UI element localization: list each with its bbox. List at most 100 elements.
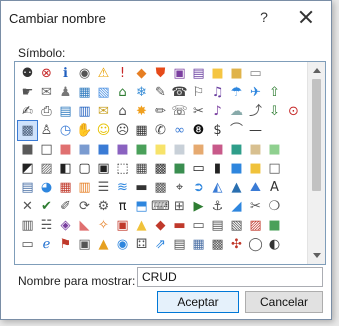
swatch-green[interactable]: ■ xyxy=(132,140,151,159)
swatch-red[interactable]: ■ xyxy=(56,140,75,159)
pencil-icon[interactable]: ✏ xyxy=(151,102,170,121)
share-icon[interactable]: ⤴ xyxy=(246,102,265,121)
table-icon[interactable]: ▥ xyxy=(75,102,94,121)
edit-icon[interactable]: ✎ xyxy=(151,83,170,102)
download-icon[interactable]: ⇩ xyxy=(265,102,284,121)
clock-icon[interactable]: ◷ xyxy=(56,121,75,140)
bar-icon[interactable]: ▮ xyxy=(208,159,227,178)
scroll-up-icon[interactable] xyxy=(308,63,325,77)
mesh-icon[interactable]: ▩ xyxy=(208,235,227,254)
swatch-blue2[interactable]: ■ xyxy=(94,140,113,159)
stamp-icon[interactable]: ◆ xyxy=(151,216,170,235)
user-icon[interactable]: ♟ xyxy=(56,83,75,102)
brush-icon[interactable]: ⌨ xyxy=(151,197,170,216)
bucket-icon[interactable]: ⬒ xyxy=(132,197,151,216)
folder-icon[interactable]: ■ xyxy=(208,64,227,83)
sun-icon[interactable]: ✸ xyxy=(132,102,151,121)
half-square-icon[interactable]: ◩ xyxy=(18,159,37,178)
bars-icon[interactable]: ▦ xyxy=(56,178,75,197)
frame2-icon[interactable]: ▣ xyxy=(94,159,113,178)
swatch-pink[interactable]: ■ xyxy=(208,140,227,159)
browser-icon[interactable]: ℯ xyxy=(37,235,56,254)
sad-icon[interactable]: ☹ xyxy=(113,121,132,140)
swatch-lime[interactable]: ■ xyxy=(265,140,284,159)
anchor-icon[interactable]: ⚓ xyxy=(208,197,227,216)
empty-7[interactable] xyxy=(284,159,303,178)
pin-icon[interactable]: ✍ xyxy=(18,102,37,121)
refresh-icon[interactable]: ⟳ xyxy=(75,197,94,216)
book-icon[interactable]: ▣ xyxy=(75,235,94,254)
pointer-icon[interactable]: ☛ xyxy=(18,83,37,102)
triangle-icon[interactable]: ◢ xyxy=(227,197,246,216)
folder-red-icon[interactable]: ▬ xyxy=(170,216,189,235)
upload-icon[interactable]: ⇧ xyxy=(265,83,284,102)
card-icon[interactable]: ▭ xyxy=(189,216,208,235)
window-icon[interactable]: ▭ xyxy=(18,235,37,254)
home-icon[interactable]: ⌂ xyxy=(113,83,132,102)
target-icon[interactable]: ⌖ xyxy=(170,178,189,197)
menu-icon[interactable]: ☰ xyxy=(94,178,113,197)
exclamation-icon[interactable]: ! xyxy=(113,64,132,83)
signpost-icon[interactable]: ⚑ xyxy=(56,235,75,254)
display-name-input[interactable] xyxy=(137,267,323,287)
pi-icon[interactable]: π xyxy=(113,197,132,216)
stripe-icon[interactable]: ▨ xyxy=(246,216,265,235)
swatch-empty[interactable]: □ xyxy=(37,140,56,159)
mobile-icon[interactable]: ✆ xyxy=(151,121,170,140)
swatch-blue[interactable]: ■ xyxy=(75,140,94,159)
asterisk-icon[interactable]: ✣ xyxy=(227,235,246,254)
print-icon[interactable]: ⎙ xyxy=(37,102,56,121)
warning-icon[interactable]: ⚠ xyxy=(94,64,113,83)
gear-icon[interactable]: ⚙ xyxy=(94,197,113,216)
sparkle-icon[interactable]: ✧ xyxy=(94,216,113,235)
triangle-chart-icon[interactable]: ◭ xyxy=(208,178,227,197)
palette-icon[interactable]: ▣ xyxy=(113,216,132,235)
empty-9[interactable] xyxy=(284,197,303,216)
loop-icon[interactable]: ∞ xyxy=(170,121,189,140)
form-icon[interactable]: ▤ xyxy=(208,216,227,235)
music-icon[interactable]: ♫ xyxy=(208,83,227,102)
hbar-icon[interactable]: ▬ xyxy=(132,178,151,197)
yellow-block-icon[interactable]: ■ xyxy=(246,159,265,178)
swatch-tan[interactable]: ■ xyxy=(246,140,265,159)
green-icon[interactable]: ■ xyxy=(265,216,284,235)
disk-icon[interactable]: ▤ xyxy=(189,64,208,83)
empty-4[interactable] xyxy=(265,121,284,140)
frame-icon[interactable]: ▢ xyxy=(75,159,94,178)
smile-icon[interactable]: ☺ xyxy=(94,121,113,140)
phone-icon[interactable]: ☎ xyxy=(170,83,189,102)
mosaic-icon[interactable]: ▩ xyxy=(151,178,170,197)
dollar-icon[interactable]: $ xyxy=(208,121,227,140)
save-icon[interactable]: ▣ xyxy=(170,64,189,83)
spreadsheet-icon[interactable]: ▦ xyxy=(189,235,208,254)
columns-icon[interactable]: ▥ xyxy=(75,178,94,197)
person-selected[interactable]: ▩ xyxy=(17,120,38,141)
half-left-icon[interactable]: ◧ xyxy=(56,159,75,178)
copy-icon[interactable]: ▥ xyxy=(18,216,37,235)
dash-icon[interactable]: — xyxy=(246,121,265,140)
circle-icon[interactable]: ❍ xyxy=(265,197,284,216)
folder-open-icon[interactable]: ■ xyxy=(227,64,246,83)
help-button[interactable]: ? xyxy=(253,7,275,27)
empty-10[interactable] xyxy=(284,216,303,235)
flag-icon[interactable]: ⚐ xyxy=(189,83,208,102)
plane-icon[interactable]: ✈ xyxy=(246,83,265,102)
doc-icon[interactable]: ▤ xyxy=(18,178,37,197)
cloud-icon[interactable]: ☁ xyxy=(227,102,246,121)
house-icon[interactable]: ⌂ xyxy=(113,102,132,121)
stop-x-icon[interactable]: ⊗ xyxy=(37,64,56,83)
blank-1[interactable]: ▭ xyxy=(246,64,265,83)
record-icon[interactable]: ◉ xyxy=(75,64,94,83)
phone2-icon[interactable]: ☏ xyxy=(170,102,189,121)
list-icon[interactable]: ▤ xyxy=(56,102,75,121)
ruler-icon[interactable]: ✐ xyxy=(56,197,75,216)
check-icon[interactable]: ✔ xyxy=(37,197,56,216)
swatch-gray[interactable]: ■ xyxy=(170,140,189,159)
empty-3[interactable] xyxy=(284,83,303,102)
diamond-warning-icon[interactable]: ◆ xyxy=(132,64,151,83)
paste-icon[interactable]: ☵ xyxy=(37,216,56,235)
ledger-icon[interactable]: ▤ xyxy=(170,235,189,254)
dashed-box-icon[interactable]: ⬚ xyxy=(113,159,132,178)
grid3-icon[interactable]: ⊞ xyxy=(170,197,189,216)
empty-1[interactable] xyxy=(265,64,284,83)
